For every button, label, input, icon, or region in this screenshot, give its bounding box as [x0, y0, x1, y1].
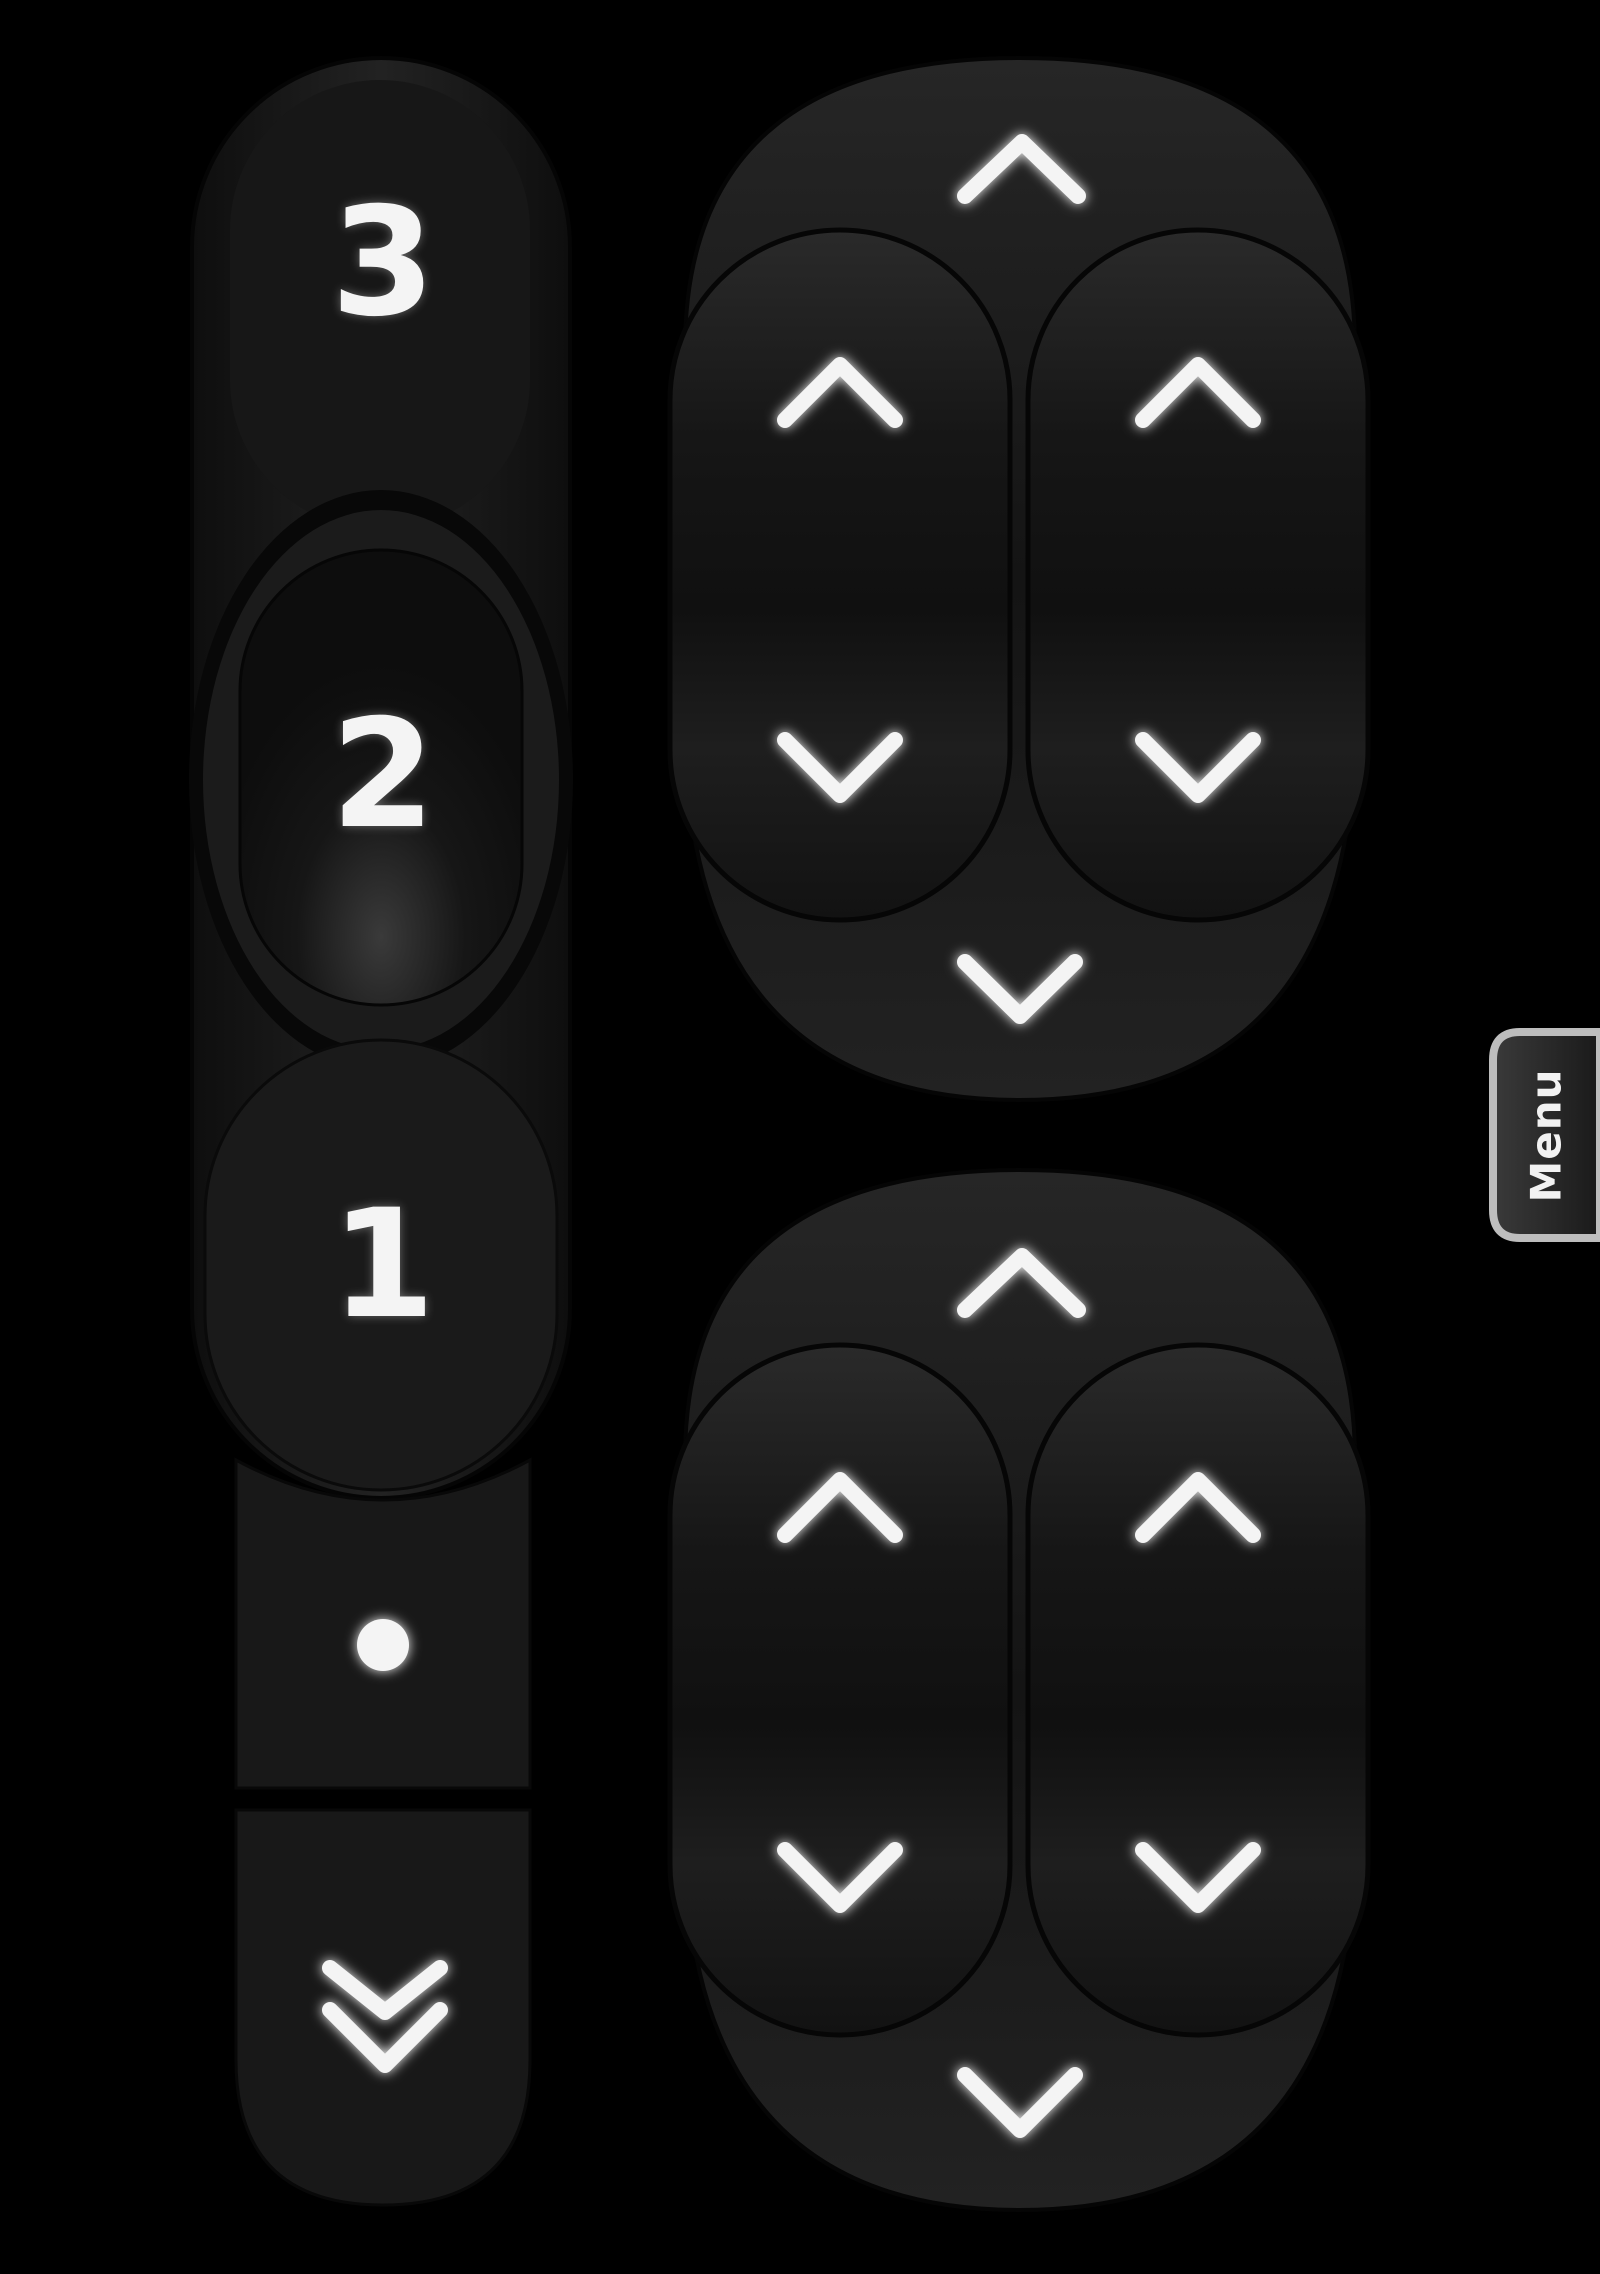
lower-control-pad: [667, 1167, 1371, 2213]
memory-position-1-label: 1: [330, 1178, 436, 1352]
upper-pad-left-rocker[interactable]: [667, 227, 1013, 923]
memory-set-button[interactable]: [234, 1457, 532, 1790]
memory-column: [189, 56, 573, 2207]
seat-control-panel: 3 2 1 Menu: [0, 0, 1600, 2274]
memory-position-3-label: 3: [330, 176, 436, 350]
lower-pad-right-rocker[interactable]: [1025, 1342, 1371, 2038]
dot-icon: [357, 1619, 409, 1671]
memory-down-button[interactable]: [234, 1808, 532, 2207]
controls-graphic: [189, 55, 1600, 2213]
menu-tab-button[interactable]: [1489, 1028, 1600, 1242]
upper-control-pad: [667, 55, 1371, 1103]
upper-pad-right-rocker[interactable]: [1025, 227, 1371, 923]
memory-position-2-label: 2: [330, 688, 436, 862]
lower-pad-left-rocker[interactable]: [667, 1342, 1013, 2038]
